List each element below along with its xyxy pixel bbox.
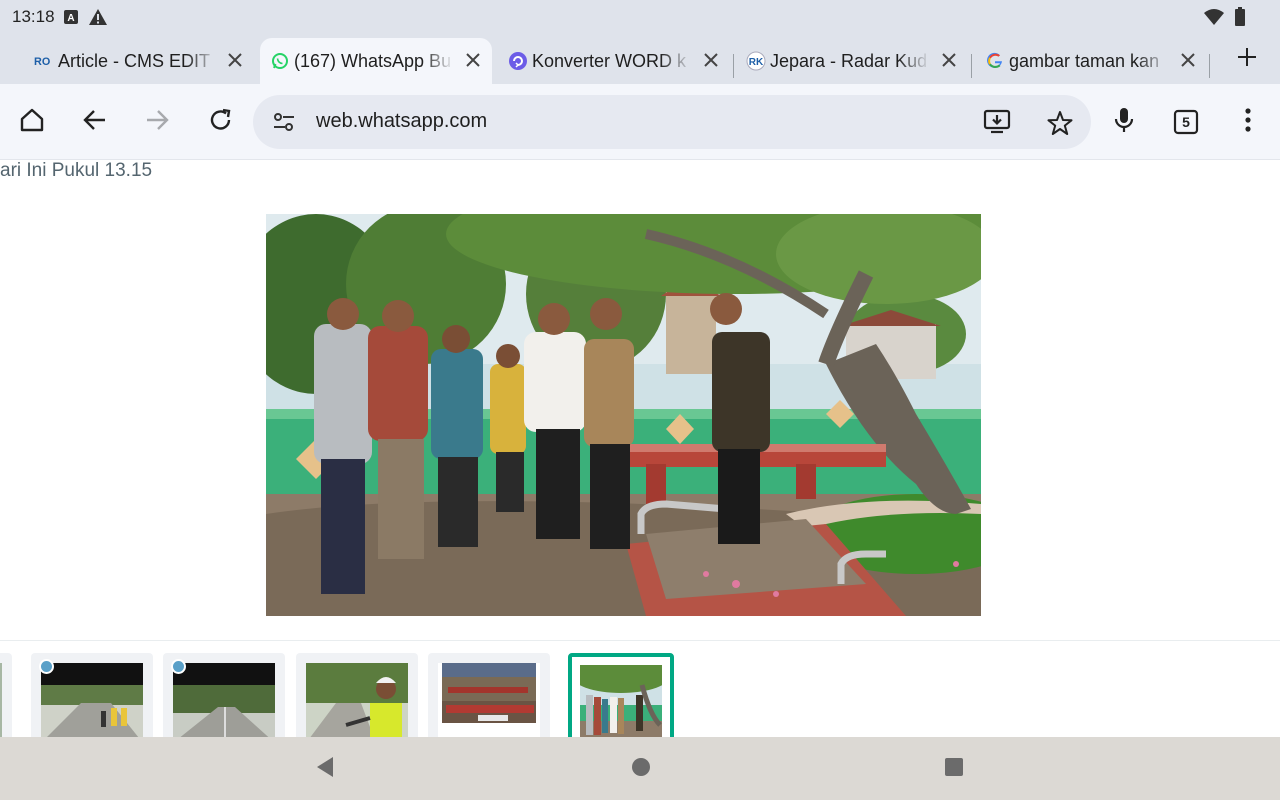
menu-button[interactable] [1232,106,1264,138]
tab-title: Article - CMS EDIT [58,50,211,71]
whatsapp-icon [270,51,290,71]
tab-article-cms[interactable]: RO Article - CMS EDIT [24,38,254,84]
url-text[interactable]: web.whatsapp.com [316,110,487,133]
status-bar: 13:18 A [0,0,1280,34]
battery-icon [1234,7,1246,32]
new-tab-button[interactable] [1232,44,1262,74]
thumbnail-item[interactable] [0,653,12,737]
a-icon: A [64,10,78,29]
close-icon[interactable] [462,49,484,71]
svg-text:RO: RO [34,56,50,68]
nav-recents-button[interactable] [942,757,966,781]
thumbnail-image [41,663,143,737]
tab-konverter[interactable]: Konverter WORD k [498,38,730,84]
tab-title: Jepara - Radar Kud [770,50,928,71]
nav-back-button[interactable] [313,756,337,783]
svg-text:A: A [67,13,74,24]
tab-google-search[interactable]: gambar taman kan [975,38,1207,84]
forward-button[interactable] [141,106,173,138]
tab-title: gambar taman kan [1009,50,1160,71]
tab-count-icon: 5 [1173,109,1199,135]
arrow-right-icon [144,107,170,138]
close-icon[interactable] [938,49,960,71]
system-nav-bar [0,737,1280,800]
thumbnail-image [173,663,275,737]
radar-kudus-icon: RK [746,51,766,71]
thumbnail-image [438,663,540,737]
browser-toolbar: web.whatsapp.com 5 [0,84,1280,160]
square-recents-icon [943,756,965,783]
warning-icon [88,8,108,31]
thumbnail-image [306,663,408,737]
tab-separator [1209,54,1210,78]
plus-icon [1237,47,1257,72]
tab-separator [733,54,734,78]
media-viewer: ari Ini Pukul 13.15 [0,160,1280,737]
home-icon [18,106,46,139]
google-icon [985,51,1005,71]
refresh-icon [208,107,234,138]
nav-home-button[interactable] [629,757,653,781]
video-badge-icon [39,659,54,674]
thumbnail-item[interactable] [296,653,418,737]
tab-switcher-button[interactable]: 5 [1170,106,1202,138]
back-button[interactable] [79,106,111,138]
tab-radar-kudus[interactable]: RK Jepara - Radar Kud [736,38,968,84]
wifi-icon [1204,8,1224,31]
tab-count: 5 [1182,114,1190,130]
home-button[interactable] [16,106,48,138]
microphone-icon [1113,106,1135,139]
install-app-icon[interactable] [983,108,1011,141]
converter-icon [508,51,528,71]
video-badge-icon [171,659,186,674]
more-vert-icon [1244,107,1252,138]
close-icon[interactable] [224,49,246,71]
thumbnail-divider [0,640,1280,641]
triangle-back-icon [315,756,335,783]
bookmark-star-icon[interactable] [1047,110,1073,141]
viewer-header-icons [850,160,1270,168]
tab-separator [971,54,972,78]
main-photo [266,214,981,616]
site-settings-icon[interactable] [272,110,296,139]
close-icon[interactable] [700,49,722,71]
thumbnail-image [0,663,2,737]
svg-text:RK: RK [749,57,764,68]
circle-home-icon [630,756,652,783]
thumbnail-item[interactable] [163,653,285,737]
tab-title: (167) WhatsApp Bu [294,50,452,71]
address-bar[interactable]: web.whatsapp.com [253,95,1091,149]
media-timestamp: ari Ini Pukul 13.15 [0,160,153,181]
voice-search-button[interactable] [1108,106,1140,138]
thumbnail-image [580,665,662,737]
arrow-left-icon [82,107,108,138]
thumbnail-item-selected[interactable] [568,653,674,737]
thumbnail-item[interactable] [428,653,550,737]
close-icon[interactable] [1177,49,1199,71]
status-time: 13:18 [12,7,55,26]
tab-whatsapp[interactable]: (167) WhatsApp Bu [260,38,492,84]
ro-logo-icon: RO [34,51,54,71]
reload-button[interactable] [205,106,237,138]
thumbnail-item[interactable] [31,653,153,737]
tab-title: Konverter WORD k [532,50,687,71]
tab-strip: RO Article - CMS EDIT (167) WhatsApp Bu … [0,34,1280,84]
